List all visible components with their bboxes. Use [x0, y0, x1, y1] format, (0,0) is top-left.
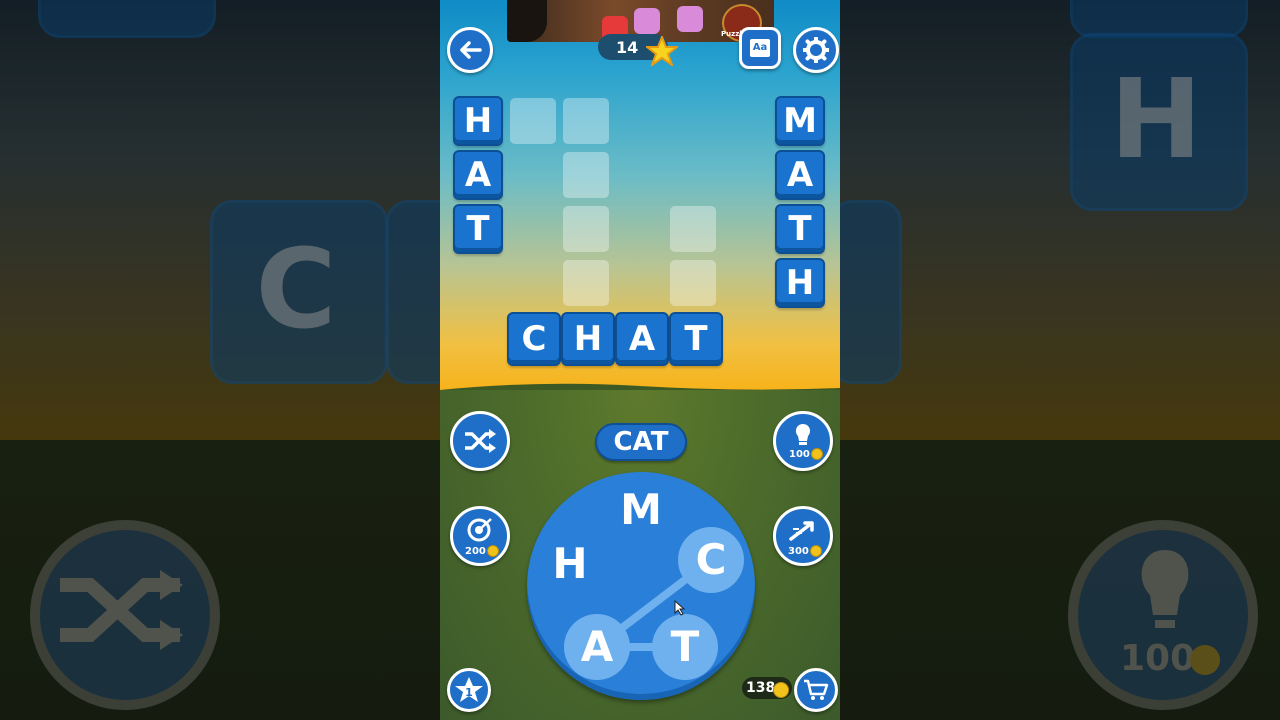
coin-icon [809, 545, 822, 557]
back-button[interactable] [447, 27, 493, 73]
wheel-letter-c[interactable]: C [681, 530, 741, 590]
wheel-letter-a[interactable]: A [567, 617, 627, 677]
hint-cost: 100 [789, 449, 810, 460]
empty-cell [670, 260, 716, 306]
empty-cell [563, 260, 609, 306]
tile-math-h: H [775, 258, 825, 308]
current-word: CAT [595, 423, 687, 461]
tile-math-t: T [775, 204, 825, 254]
dictionary-button[interactable]: Aa [739, 27, 781, 69]
cart-icon [804, 679, 829, 700]
empty-cell [563, 206, 609, 252]
target-button[interactable]: 200 [450, 506, 510, 566]
empty-cell [563, 152, 609, 198]
wheel-letter-h[interactable]: H [540, 534, 600, 594]
shuffle-button[interactable] [450, 411, 510, 471]
letter-wheel[interactable]: M H C A T [527, 472, 755, 700]
hint-button[interactable]: 100 [773, 411, 833, 471]
empty-cell [670, 206, 716, 252]
game-screen: Puzzle 14 Aa H A T C H A T M A T H 100 2… [440, 0, 840, 720]
tile-math-a: A [775, 150, 825, 200]
empty-cell [510, 98, 556, 144]
tile-hat-a: A [453, 150, 503, 200]
blurred-background-right: H 100 [840, 0, 1280, 720]
cursor-icon [674, 600, 686, 616]
tile-math-m: M [775, 96, 825, 146]
star-icon [646, 36, 678, 66]
coin-icon [810, 448, 823, 460]
settings-button[interactable] [793, 27, 839, 73]
tile-chat-t: T [669, 312, 723, 366]
tile-chat-a: A [615, 312, 669, 366]
target-icon [467, 518, 492, 542]
coins-value: 138 [746, 680, 776, 696]
bulb-icon [795, 424, 811, 445]
tile-hat-h: H [453, 96, 503, 146]
tile-chat-h: H [561, 312, 615, 366]
empty-cell [563, 98, 609, 144]
star-level-button[interactable]: 1 [447, 668, 491, 712]
target-cost: 200 [465, 546, 486, 557]
tile-chat-c: C [507, 312, 561, 366]
tile-hat-t: T [453, 204, 503, 254]
wheel-letter-t[interactable]: T [655, 617, 715, 677]
shuffle-icon [465, 429, 496, 453]
star-badge-icon: 1 [455, 677, 483, 702]
rocket-button[interactable]: 300 [773, 506, 833, 566]
blurred-background-left: C [0, 0, 440, 720]
star-level-value: 1 [465, 686, 473, 699]
rocket-icon [789, 521, 814, 541]
wheel-letter-m[interactable]: M [611, 480, 671, 540]
shop-button[interactable] [794, 668, 838, 712]
arrow-left-icon [460, 41, 482, 59]
coin-icon [486, 545, 499, 557]
coin-icon [773, 682, 789, 698]
gear-icon [803, 37, 829, 63]
score-value: 14 [616, 38, 639, 57]
rocket-cost: 300 [788, 546, 809, 557]
dictionary-icon: Aa [750, 39, 770, 57]
